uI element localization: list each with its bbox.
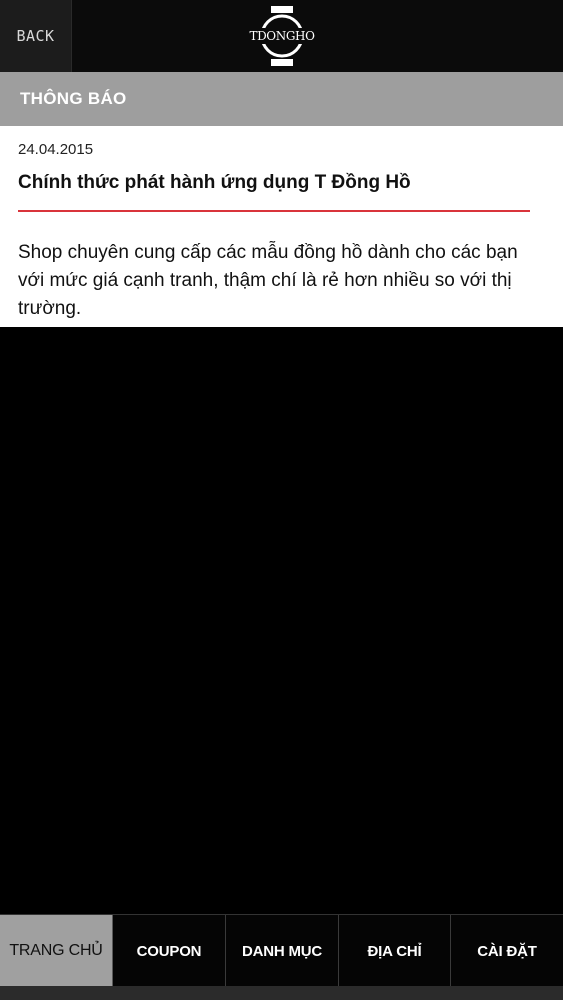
tab-coupon-label: COUPON bbox=[136, 942, 202, 960]
back-button[interactable]: BACK bbox=[0, 0, 72, 72]
title-divider bbox=[18, 210, 530, 212]
app-screen: BACK TDONGHO THÔNG BÁO 24.04.2015 Chính … bbox=[0, 0, 563, 1000]
bottom-strip bbox=[0, 986, 563, 1000]
top-bar: BACK TDONGHO bbox=[0, 0, 563, 72]
tab-settings-label: CÀI ĐẶT bbox=[477, 942, 537, 960]
notification-card[interactable]: 24.04.2015 Chính thức phát hành ứng dụng… bbox=[0, 126, 563, 327]
logo-text: TDONGHO bbox=[246, 28, 318, 44]
tab-settings[interactable]: CÀI ĐẶT bbox=[451, 915, 563, 987]
tab-categories-label: DANH MỤC bbox=[241, 942, 323, 960]
section-header: THÔNG BÁO bbox=[0, 72, 563, 126]
notification-body: Shop chuyên cung cấp các mẫu đồng hồ dàn… bbox=[18, 242, 518, 319]
notification-date: 24.04.2015 bbox=[18, 141, 94, 158]
notification-title: Chính thức phát hành ứng dụng T Đồng Hồ bbox=[18, 172, 411, 193]
tab-home[interactable]: TRANG CHỦ bbox=[0, 915, 113, 987]
back-button-label: BACK bbox=[16, 27, 55, 45]
tab-home-label: TRANG CHỦ bbox=[9, 942, 103, 959]
tab-address[interactable]: ĐỊA CHỈ bbox=[339, 915, 451, 987]
tab-address-label: ĐỊA CHỈ bbox=[367, 942, 422, 960]
tab-categories[interactable]: DANH MỤC bbox=[226, 915, 339, 987]
logo: TDONGHO bbox=[246, 4, 318, 68]
tab-coupon[interactable]: COUPON bbox=[113, 915, 226, 987]
section-title: THÔNG BÁO bbox=[20, 89, 127, 108]
